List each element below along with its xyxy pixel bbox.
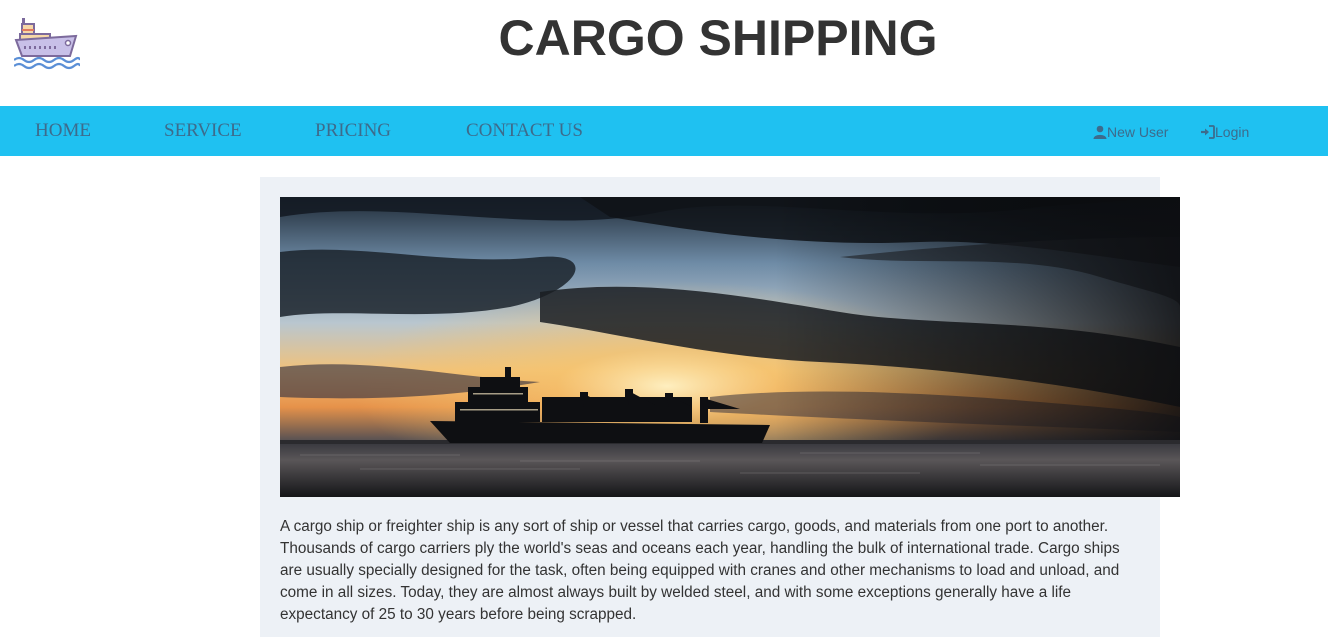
nav-pricing-link[interactable]: PRICING	[315, 106, 391, 156]
new-user-link[interactable]: New User	[1093, 106, 1168, 156]
user-icon	[1093, 124, 1107, 140]
nav-contact-us-link[interactable]: CONTACT US	[466, 106, 583, 156]
login-link[interactable]: Login	[1200, 106, 1249, 156]
nav-service-link[interactable]: SERVICE	[164, 106, 242, 156]
login-label: Login	[1215, 124, 1250, 140]
nav-home-link[interactable]: HOME	[35, 106, 91, 156]
new-user-label: New User	[1107, 124, 1169, 140]
cargo-ship-description: A cargo ship or freighter ship is any so…	[280, 518, 1120, 623]
site-title: CARGO SHIPPING	[498, 10, 938, 66]
cargo-ship-sunset-image	[280, 197, 1180, 497]
main-navbar: HOME SERVICE PRICING CONTACT US New User…	[0, 106, 1328, 156]
login-icon	[1200, 124, 1215, 140]
